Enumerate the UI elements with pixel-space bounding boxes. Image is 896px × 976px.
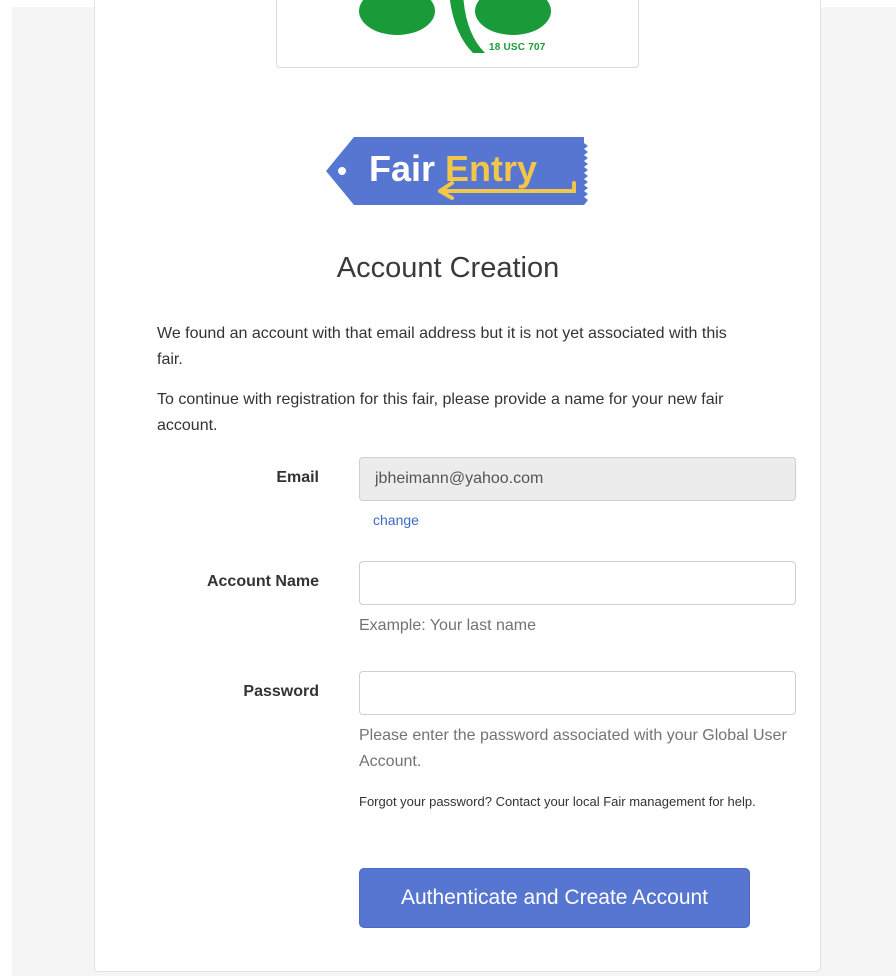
password-label: Password: [243, 683, 319, 700]
logo-word-fair: Fair: [369, 148, 436, 189]
logo-word-entry: Entry: [445, 148, 538, 189]
password-help: Please enter the password associated wit…: [359, 727, 787, 770]
clover-emblem-icon: [359, 0, 551, 53]
seal-caption: 18 USC 707: [489, 42, 546, 53]
account-name-input[interactable]: [359, 561, 796, 605]
account-name-label: Account Name: [206, 573, 319, 590]
change-email-link[interactable]: change: [373, 512, 419, 528]
account-name-help: Example: Your last name: [359, 617, 536, 634]
email-label: Email: [276, 469, 319, 486]
instructions-paragraph: To continue with registration for this f…: [157, 391, 724, 434]
intro-paragraph: We found an account with that email addr…: [157, 325, 727, 368]
page-title: Account Creation: [336, 252, 560, 284]
email-field[interactable]: [359, 457, 796, 501]
password-input[interactable]: [359, 671, 796, 715]
page-margin: [0, 0, 12, 976]
forgot-password-note: Forgot your password? Contact your local…: [359, 794, 756, 809]
authenticate-create-account-button[interactable]: Authenticate and Create Account: [359, 868, 750, 928]
clover-seal-box: 18 USC 707: [276, 0, 639, 68]
